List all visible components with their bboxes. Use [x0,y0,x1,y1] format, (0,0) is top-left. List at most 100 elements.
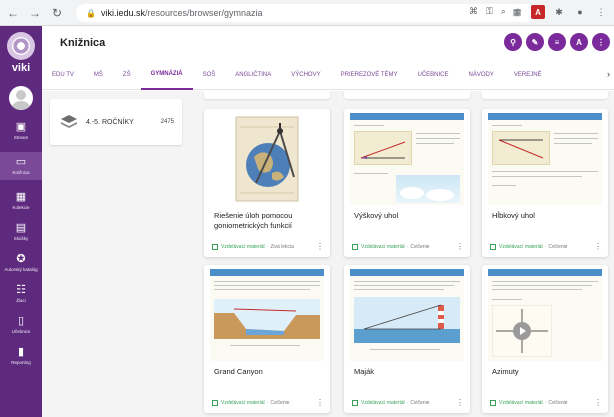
card-title: Azimuty [492,367,519,376]
card-menu-icon[interactable]: ⋮ [316,398,324,407]
material-card[interactable]: Hĺbkový uhol Vzdelávací materiál · Cviče… [482,109,608,257]
avatar[interactable] [9,86,33,110]
tab-ucebnice[interactable]: UČEBNICE [408,60,459,90]
tab-sos[interactable]: SOŠ [193,60,226,90]
material-card[interactable]: Azimuty Vzdelávací materiál · Cvičenie ⋮ [482,265,608,413]
previous-row-card-edge [204,91,330,99]
zoom-icon[interactable]: ⌕ [501,6,506,17]
worksheet-preview [488,113,602,205]
card-title: Výškový uhol [354,211,399,220]
card-thumbnail [350,113,464,205]
card-footer: Vzdelávací materiál · Cvičenie ⋮ [490,398,602,407]
material-card[interactable]: Grand Canyon Vzdelávací materiál · Cviče… [204,265,330,413]
tabs-next-icon[interactable]: › [607,69,610,79]
sidebar-item-author-catalog[interactable]: ✪ Autorský katalóg [0,253,42,273]
viki-logo[interactable] [7,32,35,60]
more-button[interactable]: ⋮ [592,33,610,51]
card-thumbnail [488,269,602,361]
card-title: Hĺbkový uhol [492,211,535,220]
material-icon [212,399,218,406]
tab-prierezove-temy[interactable]: PRIEREZOVÉ TÉMY [331,60,408,90]
card-menu-icon[interactable]: ⋮ [456,398,464,407]
card-thumbnail [210,113,324,205]
reload-icon[interactable]: ↻ [48,4,66,22]
card-thumbnail [210,269,324,361]
library-icon: ▭ [15,156,27,168]
author-catalog-icon: ✪ [16,253,26,265]
header-actions: ⚲ ✎ ≡ A ⋮ [504,33,610,51]
sidebar-item-textbooks[interactable]: ▯ Učebnice [0,315,42,335]
chrome-menu-icon[interactable]: ⋮ [594,5,608,19]
edit-button[interactable]: ✎ [526,33,544,51]
pin-icon[interactable]: ✱ [552,5,566,19]
card-footer: Vzdelávací materiál · Živá lekcia ⋮ [212,242,324,251]
brand-name: viki [11,62,31,74]
material-card[interactable]: Riešenie úloh pomocou goniometrických fu… [204,109,330,257]
grade-filter-label: 4.-5. ROČNÍKY [86,118,134,126]
tab-navody[interactable]: NÁVODY [459,60,504,90]
textbooks-icon: ▯ [17,315,25,327]
card-thumbnail [350,269,464,361]
key-icon[interactable]: ⚿ [486,6,493,17]
sidebar-item-reporting[interactable]: ▮ Reporting [0,346,42,366]
card-menu-icon[interactable]: ⋮ [594,242,602,251]
previous-row-card-edge [482,91,608,99]
layers-icon [61,115,77,128]
card-footer: Vzdelávací materiál · Cvičenie ⋮ [352,398,464,407]
profile-icon[interactable]: ● [573,5,587,19]
sidebar-item-students[interactable]: ☷ Žiaci [0,284,42,304]
pdf-extension-icon[interactable]: A [531,5,545,19]
tab-zs[interactable]: ZŠ [113,60,141,90]
grid-icon[interactable]: ⌘ [469,6,478,17]
tab-gymnazia[interactable]: GYMNÁZIÁ [140,60,193,90]
card-title: Maják [354,367,375,376]
sidebar-item-collections[interactable]: ▦ Kolekcie [0,191,42,211]
card-footer: Vzdelávací materiál · Cvičenie ⋮ [490,242,602,251]
sidebar-item-stream[interactable]: ▣ Stream [0,121,42,141]
material-icon [352,399,358,406]
back-icon[interactable]: ← [4,4,22,22]
collections-icon: ▦ [15,191,27,203]
address-bar[interactable]: 🔒 viki.iedu.sk/resources/browser/gymnazi… [76,4,536,22]
card-footer: Vzdelávací materiál · Cvičenie ⋮ [212,398,324,407]
translate-button[interactable]: A [570,33,588,51]
tab-edu-tv[interactable]: EDU TV [42,60,84,90]
lock-icon: 🔒 [86,8,96,18]
sidebar-item-exams[interactable]: ▤ Skúšky [0,222,42,242]
extension-puzzle-icon[interactable]: ▦ [510,5,524,19]
page-title: Knižnica [60,37,106,49]
tab-anglictina[interactable]: ANGLIČTINA [225,60,281,90]
main-sidebar: viki ▣ Stream ▭ Knižnica ▦ Kolekcie ▤ Sk… [0,26,42,417]
worksheet-preview [350,113,464,205]
worksheet-preview [350,269,464,361]
worksheet-preview [488,269,602,361]
exams-icon: ▤ [15,222,27,234]
card-menu-icon[interactable]: ⋮ [456,242,464,251]
material-icon [490,399,496,406]
url-path: /resources/browser/gymnazia [144,8,263,18]
tab-vychovy[interactable]: VÝCHOVY [281,60,330,90]
tab-ms[interactable]: MŠ [84,60,113,90]
compass-globe-illustration [235,116,299,202]
app-header: Knižnica ⚲ ✎ ≡ A ⋮ [42,26,614,60]
stream-icon: ▣ [15,121,27,133]
previous-row-card-edge [344,91,470,99]
reporting-icon: ▮ [17,346,25,358]
students-icon: ☷ [16,284,26,296]
grade-filter-card[interactable]: 4.-5. ROČNÍKY 2475 [50,99,182,145]
material-card[interactable]: Výškový uhol Vzdelávací materiál · Cviče… [344,109,470,257]
card-menu-icon[interactable]: ⋮ [316,242,324,251]
filter-button[interactable]: ≡ [548,33,566,51]
card-thumbnail [488,113,602,205]
material-card[interactable]: Maják Vzdelávací materiál · Cvičenie ⋮ [344,265,470,413]
search-button[interactable]: ⚲ [504,33,522,51]
tab-verejne[interactable]: VEREJNÉ [504,60,552,90]
card-menu-icon[interactable]: ⋮ [594,398,602,407]
card-title: Riešenie úloh pomocou goniometrických fu… [214,211,293,230]
worksheet-preview [210,269,324,361]
sidebar-item-library[interactable]: ▭ Knižnica [0,152,42,180]
forward-icon[interactable]: → [26,4,44,22]
category-tabs: EDU TV MŠ ZŠ GYMNÁZIÁ SOŠ ANGLIČTINA VÝC… [42,60,614,90]
browser-toolbar: ← → ↻ 🔒 viki.iedu.sk/resources/browser/g… [0,0,614,26]
material-icon [352,243,358,250]
